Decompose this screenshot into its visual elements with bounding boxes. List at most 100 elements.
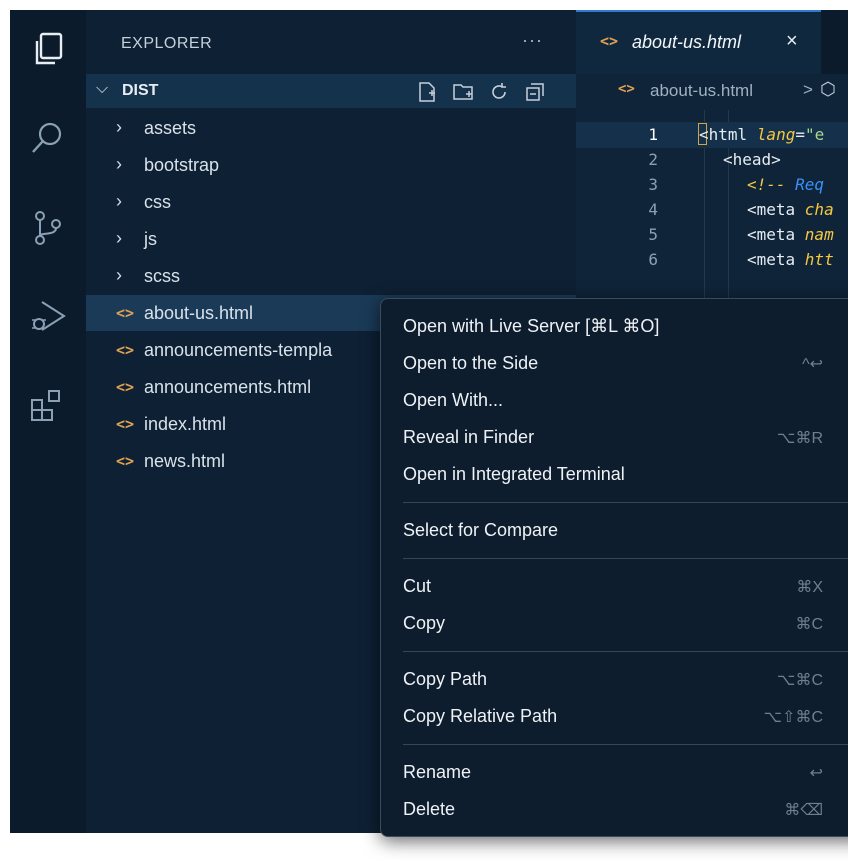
menu-item-copy-relative-path[interactable]: Copy Relative Path ⌥⇧⌘C — [381, 699, 848, 733]
menu-separator — [403, 651, 848, 652]
file-label: announcements.html — [144, 377, 312, 397]
menu-item-label: Open in Integrated Terminal — [403, 464, 625, 484]
explorer-header: EXPLORER ··· — [86, 10, 576, 74]
html-file-icon: <> — [116, 415, 135, 433]
menu-item-copy-path[interactable]: Copy Path ⌥⌘C — [381, 662, 848, 696]
chevron-right-icon: › — [116, 191, 122, 211]
folder-label: js — [144, 229, 157, 249]
menu-item-shortcut: ⌥⌘R — [777, 430, 823, 447]
chevron-right-icon: › — [116, 265, 122, 285]
menu-item-shortcut: ⌥⇧⌘C — [763, 709, 823, 726]
chevron-down-icon: ⌵ — [96, 80, 109, 97]
explorer-title: EXPLORER — [121, 35, 213, 52]
refresh-icon[interactable] — [488, 81, 510, 103]
code-line: 4 <meta cha — [576, 197, 848, 223]
folder-label: css — [144, 192, 171, 212]
menu-item-shortcut: ^↩ — [802, 356, 823, 373]
search-icon[interactable] — [28, 118, 68, 158]
menu-separator — [403, 502, 848, 503]
menu-item-open-to-side[interactable]: Open to the Side ^↩ — [381, 346, 848, 380]
run-debug-icon[interactable] — [28, 296, 68, 336]
menu-separator — [403, 744, 848, 745]
menu-item-shortcut: ↩ — [809, 765, 823, 782]
menu-item-copy[interactable]: Copy ⌘C — [381, 606, 848, 640]
code-line: 3 <!-- Req — [576, 172, 848, 198]
code-text: <meta cha — [747, 200, 834, 219]
folder-row-bootstrap[interactable]: › bootstrap — [86, 147, 576, 183]
line-number: 6 — [648, 250, 658, 269]
context-menu: Open with Live Server [⌘L ⌘O] Open to th… — [380, 298, 848, 837]
line-number: 1 — [648, 125, 658, 144]
breadcrumb: <> about-us.html > ⬡ — [576, 74, 848, 106]
code-line: 6 <meta htt — [576, 247, 848, 273]
folder-label: assets — [144, 118, 197, 138]
breadcrumb-separator: > — [803, 80, 813, 99]
html-file-icon: <> — [600, 32, 619, 50]
code-text: <meta htt — [747, 250, 834, 269]
chevron-right-icon: › — [116, 154, 122, 174]
menu-item-open-live-server[interactable]: Open with Live Server [⌘L ⌘O] — [381, 309, 848, 343]
root-folder-label: DIST — [122, 82, 159, 99]
file-label: news.html — [144, 451, 226, 471]
code-text: <!-- Req — [747, 175, 825, 194]
menu-item-rename[interactable]: Rename ↩ — [381, 755, 848, 789]
file-label: about-us.html — [144, 303, 254, 323]
html-file-icon: <> — [618, 81, 635, 97]
folder-row-css[interactable]: › css — [86, 184, 576, 220]
menu-item-shortcut: ⌘C — [795, 616, 823, 633]
chevron-right-icon: › — [116, 228, 122, 248]
close-icon[interactable]: × — [786, 30, 798, 53]
new-file-icon[interactable] — [416, 81, 438, 103]
menu-item-delete[interactable]: Delete ⌘⌫ — [381, 792, 848, 826]
line-number: 5 — [648, 225, 658, 244]
html-file-icon: <> — [116, 341, 135, 359]
line-number: 4 — [648, 200, 658, 219]
html-file-icon: <> — [116, 378, 135, 396]
menu-item-label: Delete — [403, 799, 456, 819]
folder-row-scss[interactable]: › scss — [86, 258, 576, 294]
tab-bar: <> about-us.html × — [576, 10, 848, 74]
menu-item-label: Copy Path — [403, 669, 488, 689]
code-text: <meta nam — [747, 225, 834, 244]
menu-item-label: Rename — [403, 762, 472, 782]
activity-bar — [10, 10, 86, 833]
code-text: <html lang="e — [699, 125, 825, 144]
menu-item-shortcut: ⌘X — [796, 579, 823, 596]
source-control-icon[interactable] — [28, 208, 68, 248]
files-icon[interactable] — [28, 30, 68, 70]
folder-label: scss — [144, 266, 180, 286]
menu-item-label: Open with Live Server [⌘L ⌘O] — [403, 316, 660, 336]
menu-item-label: Open With... — [403, 390, 504, 410]
breadcrumb-file[interactable]: about-us.html — [650, 81, 753, 101]
code-line: 1 <html lang="e — [576, 122, 848, 148]
more-actions-icon[interactable]: ··· — [522, 30, 543, 51]
menu-item-label: Select for Compare — [403, 520, 559, 540]
menu-item-cut[interactable]: Cut ⌘X — [381, 569, 848, 603]
code-line: 5 <meta nam — [576, 222, 848, 248]
collapse-all-icon[interactable] — [524, 81, 546, 103]
menu-item-open-in-terminal[interactable]: Open in Integrated Terminal — [381, 457, 848, 491]
menu-item-reveal-in-finder[interactable]: Reveal in Finder ⌥⌘R — [381, 420, 848, 454]
menu-item-label: Open to the Side — [403, 353, 539, 373]
symbol-icon[interactable]: ⬡ — [820, 79, 836, 100]
html-file-icon: <> — [116, 452, 135, 470]
tab-about-us[interactable]: <> about-us.html × — [576, 10, 821, 74]
code-line: 2 <head> — [576, 147, 848, 173]
folder-row-js[interactable]: › js — [86, 221, 576, 257]
menu-item-shortcut: ⌥⌘C — [777, 672, 823, 689]
html-file-icon: <> — [116, 304, 135, 322]
menu-item-shortcut: ⌘⌫ — [784, 802, 823, 819]
code-text: <head> — [723, 150, 781, 169]
new-folder-icon[interactable] — [452, 81, 474, 103]
menu-item-select-for-compare[interactable]: Select for Compare — [381, 513, 848, 547]
line-number: 3 — [648, 175, 658, 194]
folder-row-assets[interactable]: › assets — [86, 110, 576, 146]
folder-root-dist[interactable]: ⌵ DIST — [86, 74, 576, 108]
menu-item-open-with[interactable]: Open With... — [381, 383, 848, 417]
tab-title: about-us.html — [632, 32, 742, 52]
menu-item-label: Reveal in Finder — [403, 427, 535, 447]
file-label: announcements-templa — [144, 340, 333, 360]
menu-item-label: Copy Relative Path — [403, 706, 558, 726]
menu-item-label: Copy — [403, 613, 446, 633]
extensions-icon[interactable] — [28, 386, 68, 426]
